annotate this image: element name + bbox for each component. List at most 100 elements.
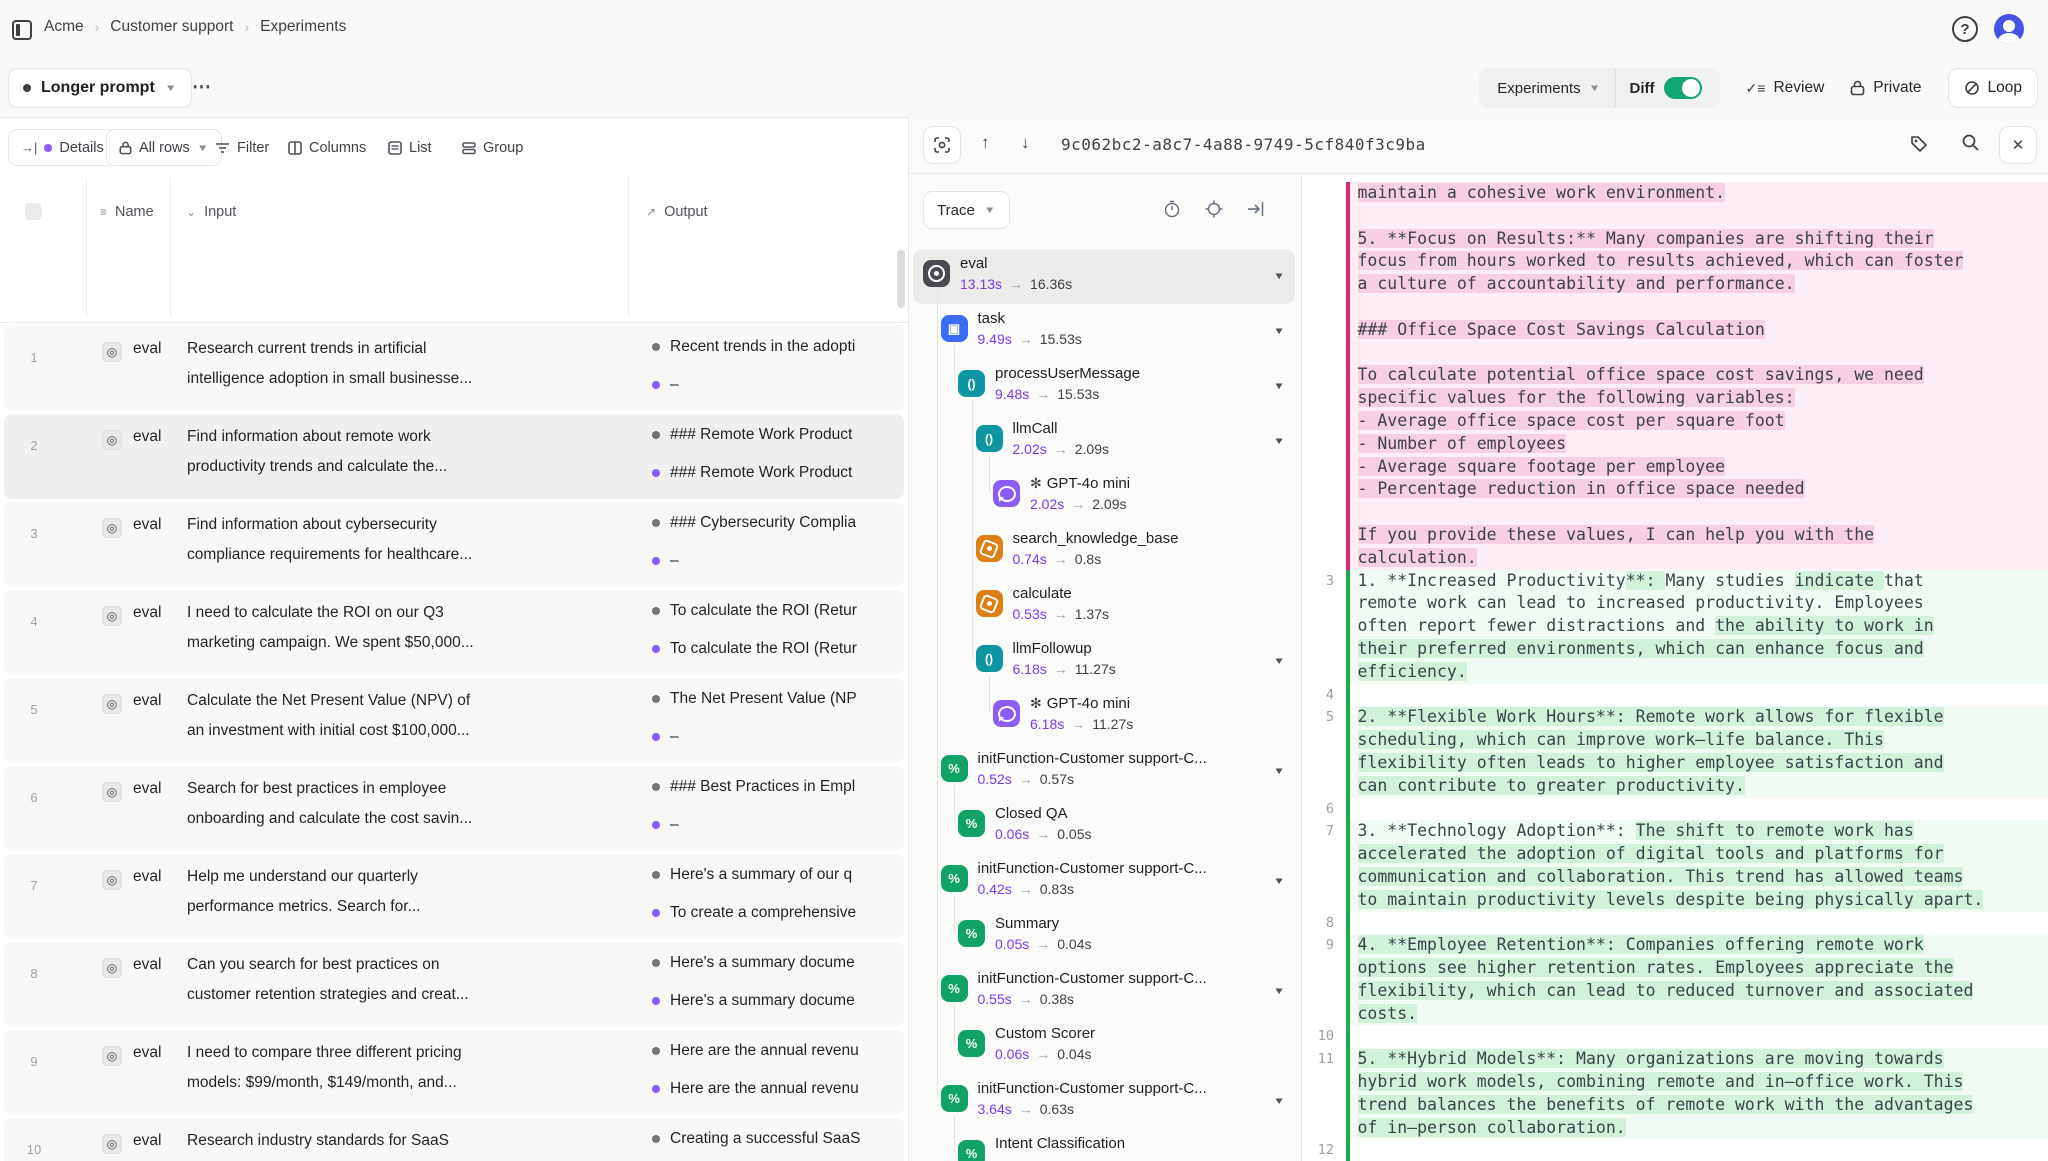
diff-segment: that (1884, 571, 1924, 590)
diff-line-text: flexibility often leads to higher employ… (1350, 752, 2048, 775)
column-divider[interactable] (628, 178, 629, 317)
trace-span-row[interactable]: %initFunction-Customer support-C...0.42s… (913, 854, 1295, 909)
column-header-input[interactable]: ⌄ Input (186, 204, 236, 220)
chevron-down-icon[interactable]: ▼ (1273, 875, 1285, 886)
chevron-down-icon[interactable]: ▼ (1273, 325, 1285, 336)
trace-span-row[interactable]: search_knowledge_base0.74s→0.8s (913, 524, 1295, 579)
table-row[interactable]: 4◎evalI need to calculate the ROI on our… (4, 590, 904, 675)
table-row[interactable]: 9◎evalI need to compare three different … (4, 1030, 904, 1115)
column-header-output[interactable]: ↗ Output (646, 204, 708, 220)
table-row[interactable]: 5◎evalCalculate the Net Present Value (N… (4, 678, 904, 763)
sidebar-toggle-icon[interactable] (12, 20, 32, 40)
timer-icon[interactable] (1163, 200, 1181, 218)
breadcrumb-org[interactable]: Acme (44, 18, 84, 36)
all-rows-dropdown[interactable]: All rows ▼ (106, 129, 222, 166)
diff-toggle[interactable] (1664, 77, 1702, 99)
trace-span-row[interactable]: %initFunction-Customer support-C...3.64s… (913, 1074, 1295, 1129)
table-row[interactable]: 8◎evalCan you search for best practices … (4, 942, 904, 1027)
span-end-time: 1.37s (1075, 606, 1109, 622)
chevron-down-icon[interactable]: ▼ (1273, 270, 1285, 281)
table-row[interactable]: 7◎evalHelp me understand our quarterlype… (4, 854, 904, 939)
chevron-down-icon[interactable]: ▼ (1273, 765, 1285, 776)
trace-view-dropdown[interactable]: Trace ▼ (923, 191, 1010, 229)
trace-span-row[interactable]: calculate0.53s→1.37s (913, 579, 1295, 634)
view-selector-dropdown[interactable]: Experiments ▼ (1483, 80, 1614, 97)
diff-line-number: 9 (1302, 934, 1346, 957)
review-button[interactable]: ✓≡ Review (1746, 79, 1825, 97)
experiment-name-dropdown[interactable]: Longer prompt ▼ (8, 68, 192, 108)
details-button[interactable]: →| Details (8, 129, 117, 166)
span-end-time: 0.38s (1040, 991, 1074, 1007)
diff-line-text: to maintain productivity levels despite … (1350, 889, 2048, 912)
output-dot (652, 645, 660, 653)
list-button[interactable]: List (388, 129, 432, 166)
private-button[interactable]: Private (1850, 79, 1921, 97)
diff-line-number (1302, 615, 1346, 638)
diff-line-number (1302, 501, 1346, 524)
trace-span-row[interactable]: %Summary0.05s→0.04s (913, 909, 1295, 964)
loop-button[interactable]: Loop (1948, 68, 2038, 108)
span-duration: 3.64s (978, 1101, 1012, 1117)
breadcrumb-section[interactable]: Experiments (260, 18, 346, 36)
expand-trace-button[interactable] (923, 126, 961, 164)
arrow-right-icon: → (1012, 991, 1040, 1007)
column-divider[interactable] (170, 178, 171, 317)
trace-span-row[interactable]: %initFunction-Customer support-C...0.52s… (913, 744, 1295, 799)
arrow-up-right-icon: ↗ (646, 205, 656, 219)
filter-button[interactable]: Filter (215, 129, 269, 166)
chevron-down-icon[interactable]: ▼ (1273, 1095, 1285, 1106)
select-all-checkbox[interactable] (25, 203, 42, 220)
diff-line-removed: - Number of employees (1302, 433, 2048, 456)
chevron-down-icon[interactable]: ▼ (1273, 435, 1285, 446)
chevron-right-icon: › (245, 19, 250, 35)
group-button[interactable]: Group (462, 129, 523, 166)
output-text: – (670, 376, 679, 394)
breadcrumb-project[interactable]: Customer support (110, 18, 233, 36)
table-row[interactable]: 1◎evalResearch current trends in artific… (4, 326, 904, 411)
chevron-down-icon[interactable]: ▼ (1273, 380, 1285, 391)
trace-span-row[interactable]: %Intent Classification (913, 1129, 1295, 1161)
trace-span-row[interactable]: %Closed QA0.06s→0.05s (913, 799, 1295, 854)
chevron-down-icon[interactable]: ▼ (1273, 985, 1285, 996)
previous-row-button[interactable]: ↑ (981, 133, 990, 153)
diff-line-added: 6 (1302, 798, 2048, 821)
output-text: Here are the annual revenu (670, 1042, 859, 1060)
table-row[interactable]: 2◎evalFind information about remote work… (4, 414, 904, 499)
span-type-icon-llm (993, 480, 1020, 507)
diff-line-text: 1. **Increased Productivity**: Many stud… (1350, 570, 2048, 593)
tag-icon[interactable] (1909, 134, 1929, 154)
trace-span-row[interactable]: ()llmCall2.02s→2.09s▼ (913, 414, 1295, 469)
trace-span-row[interactable]: ✻GPT-4o mini6.18s→11.27s (913, 689, 1295, 744)
table-row[interactable]: 3◎evalFind information about cybersecuri… (4, 502, 904, 587)
trace-span-row[interactable]: %initFunction-Customer support-C...0.55s… (913, 964, 1295, 1019)
span-end-time: 0.83s (1040, 881, 1074, 897)
diff-line-number (1302, 638, 1346, 661)
table-row[interactable]: 6◎evalSearch for best practices in emplo… (4, 766, 904, 851)
next-row-button[interactable]: ↓ (1021, 133, 1030, 153)
trace-span-row[interactable]: ▣task9.49s→15.53s▼ (913, 304, 1295, 359)
diff-segment: trend balances the benefits of remote wo… (1358, 1095, 1974, 1114)
collapse-all-icon[interactable] (1247, 200, 1265, 218)
diff-segment: - Percentage reduction in office space n… (1358, 479, 1805, 498)
search-icon[interactable] (1961, 133, 1980, 152)
span-type-icon-fn: () (958, 370, 985, 397)
table-scrollbar[interactable] (897, 250, 905, 308)
diff-line-added: 8 (1302, 912, 2048, 935)
trace-span-row[interactable]: ()llmFollowup6.18s→11.27s▼ (913, 634, 1295, 689)
diff-segment: **: (1626, 571, 1666, 590)
crosshair-icon[interactable] (1205, 200, 1223, 218)
trace-span-row[interactable]: %Custom Scorer0.06s→0.04s (913, 1019, 1295, 1074)
table-row[interactable]: 10◎evalResearch industry standards for S… (4, 1118, 904, 1161)
trace-span-row[interactable]: ✻GPT-4o mini2.02s→2.09s (913, 469, 1295, 524)
chevron-down-icon[interactable]: ▼ (1273, 655, 1285, 666)
close-panel-button[interactable]: ✕ (1999, 126, 2037, 164)
trace-span-row[interactable]: eval13.13s→16.36s▼ (913, 249, 1295, 304)
columns-button[interactable]: Columns (288, 129, 366, 166)
column-header-name[interactable]: ≡ Name (100, 204, 154, 220)
avatar[interactable] (1994, 14, 2024, 44)
span-duration: 6.18s (1013, 661, 1047, 677)
more-menu-button[interactable]: ⋯ (192, 76, 213, 99)
column-divider[interactable] (86, 178, 87, 317)
help-icon[interactable]: ? (1952, 16, 1978, 42)
trace-span-row[interactable]: ()processUserMessage9.48s→15.53s▼ (913, 359, 1295, 414)
